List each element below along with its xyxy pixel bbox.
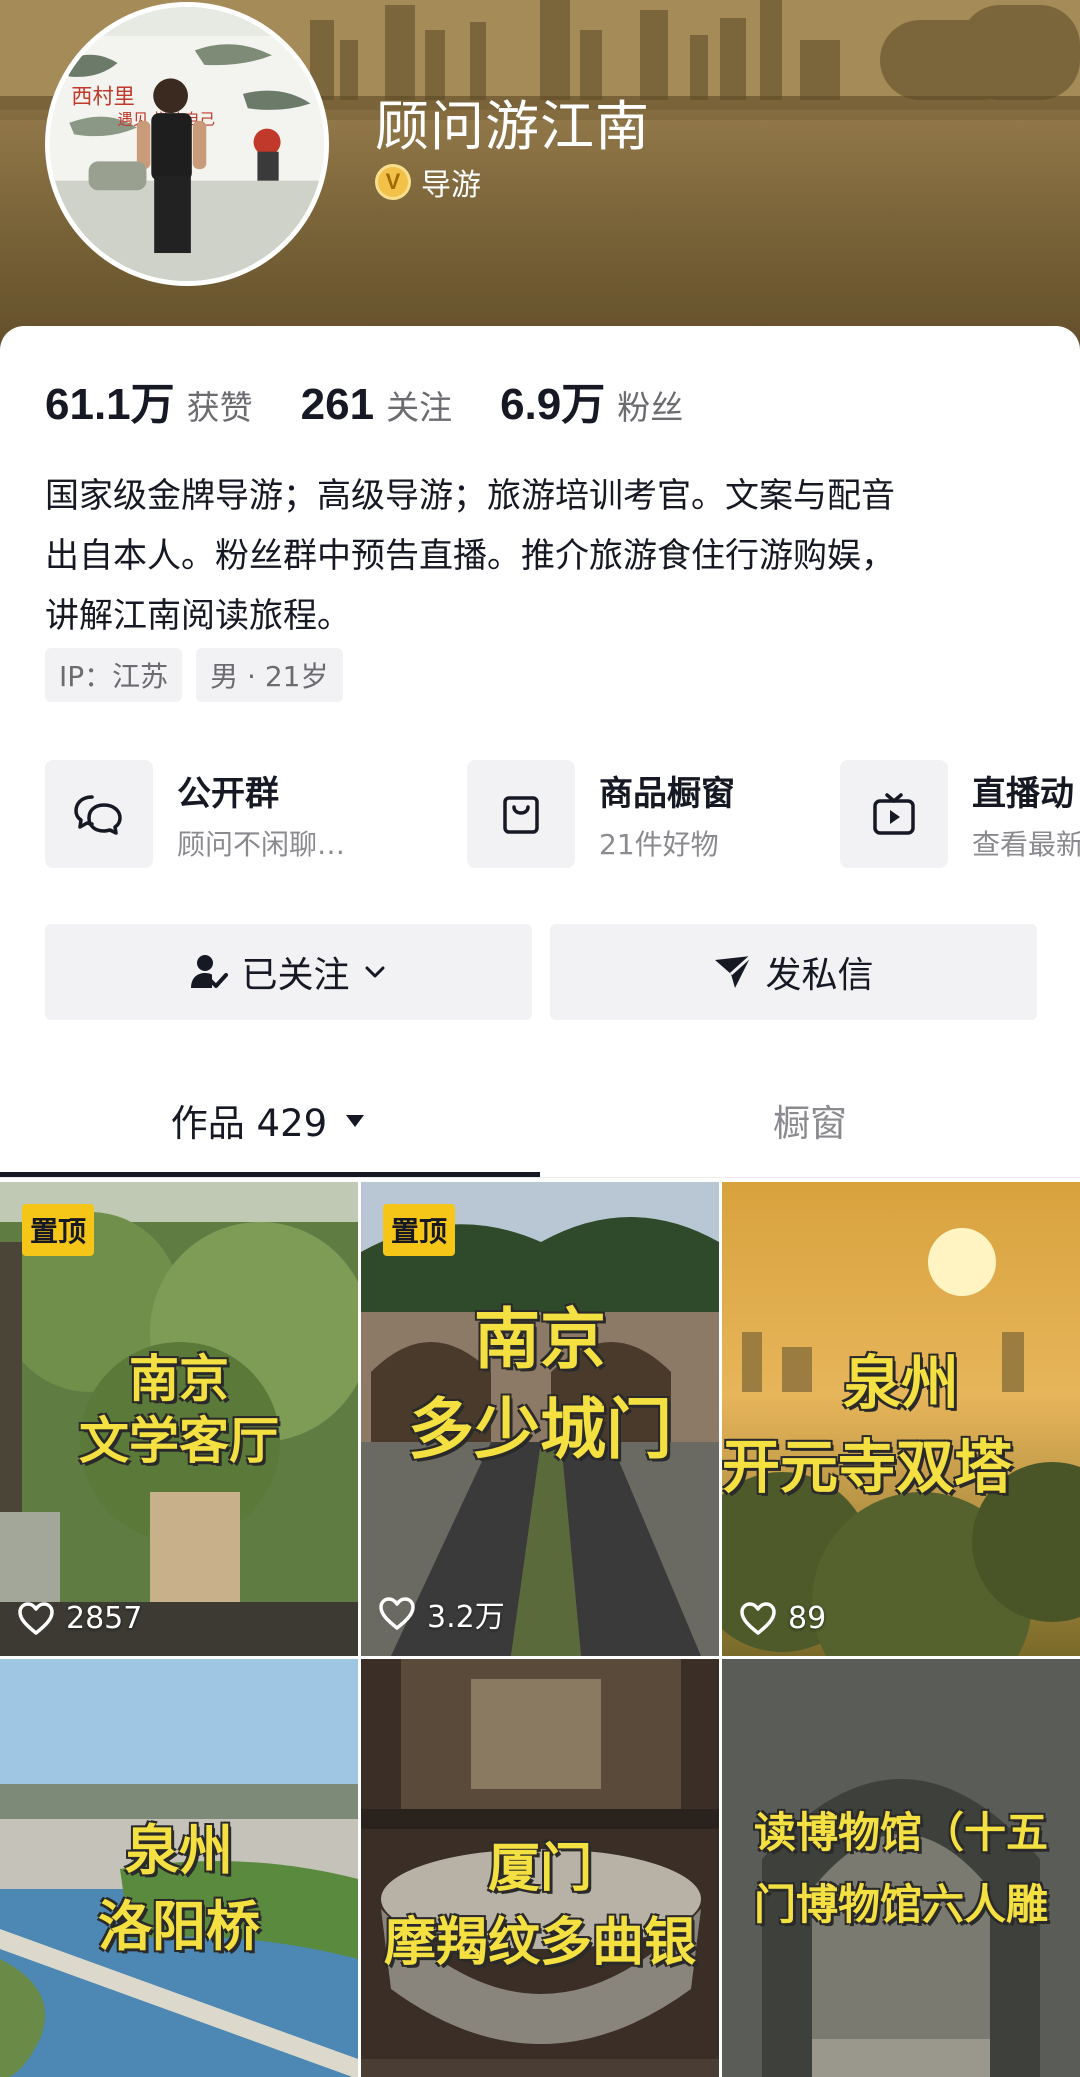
verified-badge: V 导游 (375, 160, 481, 204)
verified-label: 导游 (421, 168, 481, 203)
avatar-sign-text-1: 西村里 (71, 84, 135, 109)
quick-link-shop-window[interactable]: 商品橱窗 21件好物 (467, 758, 735, 870)
caret-down-icon (346, 1115, 365, 1127)
group-chat-icon (45, 760, 153, 868)
chevron-down-icon (365, 966, 384, 978)
paper-plane-icon (715, 954, 753, 988)
quick-link-live-updates[interactable]: 直播动 查看最新 (840, 758, 1080, 870)
video-title-line-2: 开元寺双塔 (722, 1433, 1013, 1501)
tab-divider (0, 1177, 1080, 1178)
quick-link-public-group[interactable]: 公开群 顾问不闲聊… (45, 758, 345, 870)
send-message-button[interactable]: 发私信 (550, 924, 1037, 1020)
video-thumbnail (722, 1182, 1080, 1656)
quick-link-live-updates-title: 直播动 (972, 773, 1074, 814)
video-card[interactable]: 厦门 摩羯纹多曲银 (361, 1659, 719, 2077)
content-tabs: 作品 429 橱窗 (0, 1074, 1080, 1166)
profile-banner: 西村里 遇见 样的自己 顾问游江南 V 导游 (0, 0, 1080, 360)
verified-v-icon: V (375, 164, 411, 200)
bio-line-2: 出自本人。粉丝群中预告直播。推介旅游食住行游购娱， (45, 536, 895, 576)
avatar-photo: 西村里 遇见 样的自己 (50, 7, 324, 281)
tab-works-label: 作品 429 (170, 1102, 328, 1145)
video-title-line-1: 泉州 (842, 1349, 959, 1417)
action-buttons: 已关注 发私信 (45, 924, 1037, 1020)
video-title-line-1: 厦门 (487, 1838, 592, 1899)
quick-link-live-updates-subtitle: 查看最新 (972, 827, 1080, 861)
stat-likes-value: 61.1万 (45, 380, 175, 429)
video-card[interactable]: 置顶 南京 多少城门 3.2万 (361, 1182, 719, 1656)
stat-likes-label: 获赞 (186, 388, 253, 427)
video-likes: 89 (740, 1601, 826, 1636)
bio-line-1: 国家级金牌导游；高级导游；旅游培训考官。文案与配音 (45, 476, 895, 516)
stat-likes[interactable]: 61.1万 获赞 (45, 368, 253, 432)
stat-followers[interactable]: 6.9万 粉丝 (500, 368, 683, 432)
tv-play-icon (840, 760, 948, 868)
video-card[interactable]: 置顶 南京 文学客厅 2857 (0, 1182, 358, 1656)
stat-followers-label: 粉丝 (617, 388, 684, 427)
video-thumbnail (722, 1659, 1080, 2077)
stats-row: 61.1万 获赞 261 关注 6.9万 粉丝 (45, 368, 731, 432)
tag-ip-location: IP：江苏 (45, 648, 183, 702)
quick-link-public-group-subtitle: 顾问不闲聊… (177, 827, 346, 861)
video-title-line-1: 泉州 (125, 1818, 233, 1882)
video-likes: 2857 (18, 1601, 142, 1636)
bio-line-3: 讲解江南阅读旅程。 (45, 596, 351, 636)
tag-gender-age: 男 · 21岁 (196, 648, 343, 702)
tab-works[interactable]: 作品 429 (0, 1074, 540, 1166)
following-button-label: 已关注 (241, 955, 350, 996)
avatar[interactable]: 西村里 遇见 样的自己 (45, 2, 329, 286)
username: 顾问游江南 (375, 95, 650, 158)
heart-icon (740, 1601, 776, 1635)
following-button[interactable]: 已关注 (45, 924, 532, 1020)
video-title-line-1: 读博物馆（十五 (753, 1808, 1048, 1857)
pinned-badge: 置顶 (22, 1204, 95, 1256)
video-title-line-2: 门博物馆六人雕 (753, 1880, 1048, 1929)
video-title-line-2: 摩羯纹多曲银 (383, 1912, 696, 1973)
quick-links: 公开群 顾问不闲聊… 商品橱窗 21件好物 直播动 查看最新 (45, 758, 1080, 870)
shopping-bag-icon (467, 760, 575, 868)
profile-card: 61.1万 获赞 261 关注 6.9万 粉丝 国家级金牌导游；高级导游；旅游培… (0, 326, 1080, 2077)
quick-link-public-group-title: 公开群 (177, 773, 279, 814)
stat-following[interactable]: 261 关注 (301, 380, 452, 430)
video-card[interactable]: 泉州 开元寺双塔 89 (722, 1182, 1080, 1656)
video-title-line-1: 南京 (474, 1300, 606, 1378)
video-likes: 3.2万 (379, 1592, 505, 1636)
quick-link-shop-window-subtitle: 21件好物 (599, 827, 719, 861)
video-likes-count: 3.2万 (427, 1600, 505, 1635)
stat-following-label: 关注 (386, 388, 453, 427)
heart-icon (379, 1597, 415, 1630)
video-card[interactable]: 泉州 洛阳桥 (0, 1659, 358, 2077)
send-message-button-label: 发私信 (765, 955, 874, 996)
video-title-line-2: 文学客厅 (79, 1411, 279, 1470)
stat-following-value: 261 (300, 380, 375, 429)
video-likes-count: 89 (788, 1601, 827, 1636)
profile-tags: IP：江苏 男 · 21岁 (45, 648, 343, 702)
tab-shop-window-label: 橱窗 (773, 1102, 847, 1145)
user-check-icon (191, 955, 229, 988)
video-title-line-2: 洛阳桥 (98, 1894, 260, 1958)
bio: 国家级金牌导游；高级导游；旅游培训考官。文案与配音 出自本人。粉丝群中预告直播。… (45, 466, 1035, 646)
heart-icon (18, 1601, 54, 1635)
video-title-line-1: 南京 (129, 1349, 229, 1408)
stat-followers-value: 6.9万 (500, 380, 606, 429)
video-likes-count: 2857 (66, 1601, 143, 1636)
pinned-badge: 置顶 (383, 1204, 456, 1256)
video-card[interactable]: 读博物馆（十五 门博物馆六人雕 (722, 1659, 1080, 2077)
tab-shop-window[interactable]: 橱窗 (540, 1074, 1080, 1166)
quick-link-shop-window-title: 商品橱窗 (599, 773, 735, 814)
video-title-line-2: 多少城门 (408, 1390, 672, 1468)
